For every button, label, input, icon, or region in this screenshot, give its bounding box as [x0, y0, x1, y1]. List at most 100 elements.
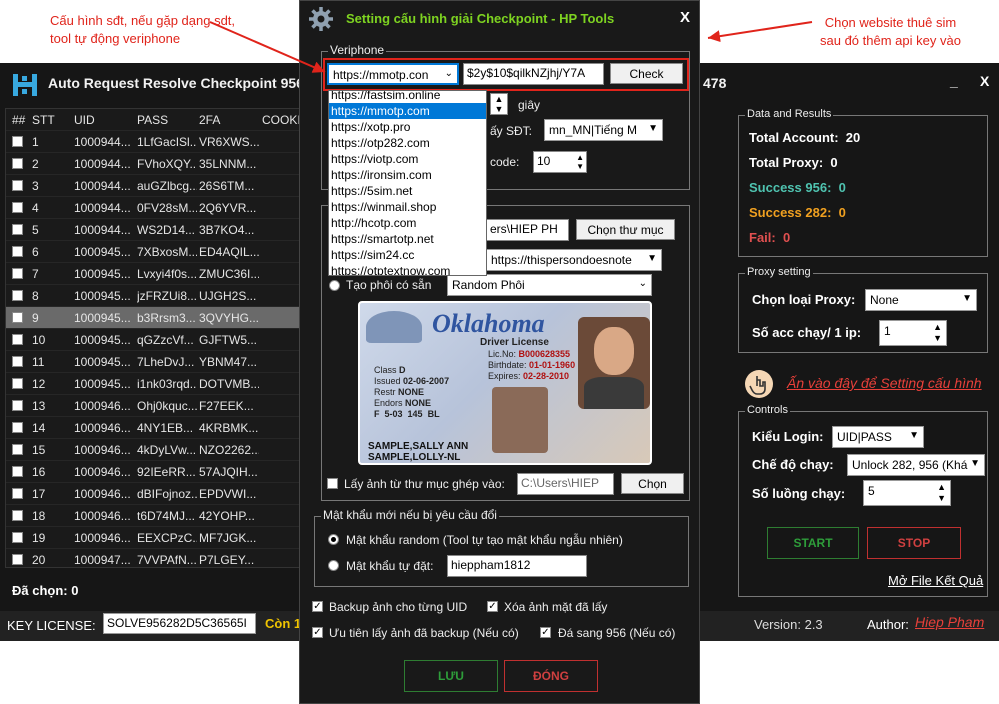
minimize-button[interactable]: _ [950, 73, 958, 89]
image-url-select[interactable]: https://thispersondoesnote ▼ [486, 249, 662, 271]
proxy-type-select[interactable]: None ▼ [865, 289, 977, 311]
cell-fa: 3B7KO4... [199, 223, 255, 237]
close-dialog-button[interactable]: ĐÓNG [504, 660, 598, 692]
row-checkbox[interactable] [12, 444, 23, 455]
template-select[interactable]: Random Phôi ⌄ [447, 274, 652, 296]
hand-pointer-icon[interactable] [745, 370, 773, 398]
custom-password-radio[interactable] [328, 560, 339, 571]
table-row[interactable]: 8 1000945... jzFRZUi8... UJGH2S... [6, 284, 304, 306]
row-checkbox[interactable] [12, 334, 23, 345]
row-checkbox[interactable] [12, 246, 23, 257]
open-result-file-link[interactable]: Mở File Kết Quả [888, 573, 983, 588]
dropdown-option[interactable]: https://smartotp.net [329, 231, 486, 247]
country-select[interactable]: mn_MN|Tiếng M ▼ [544, 119, 663, 141]
dropdown-option[interactable]: https://5sim.net [329, 183, 486, 199]
merge-folder-input[interactable]: C:\Users\HIEP [517, 473, 614, 495]
table-row[interactable]: 17 1000946... dBIFojnoz... EPDVWI... [6, 482, 304, 504]
code-stepper[interactable]: 10 ▲ ▼ [533, 151, 587, 173]
sim-site-dropdown[interactable]: https://fastsim.online https://mmotp.com h… [328, 90, 487, 276]
col-check[interactable]: ## [12, 113, 25, 127]
check-button[interactable]: Check [610, 63, 683, 84]
login-type-select[interactable]: UID|PASS ▼ [832, 426, 924, 448]
wait-stepper-arrows[interactable]: ▲ ▼ [490, 93, 508, 115]
author-link[interactable]: Hiep Pham [915, 614, 984, 630]
table-row[interactable]: 19 1000946... EEXCPzC... MF7JGK... [6, 526, 304, 548]
dropdown-option[interactable]: https://mmotp.com [329, 103, 486, 119]
dialog-close-button[interactable]: X [680, 9, 690, 26]
api-key-input[interactable]: $2y$10$qilkNZjhj/Y7A [463, 63, 604, 85]
dropdown-option[interactable]: https://otp282.com [329, 135, 486, 151]
table-row[interactable]: 4 1000944... 0FV28sM... 2Q6YVR... [6, 196, 304, 218]
dropdown-option[interactable]: https://ironsim.com [329, 167, 486, 183]
row-checkbox[interactable] [12, 554, 23, 565]
table-row[interactable]: 18 1000946... t6D74MJ... 42YOHP... [6, 504, 304, 526]
open-settings-link[interactable]: Ấn vào đây để Setting cấu hình [787, 375, 982, 391]
row-checkbox[interactable] [12, 180, 23, 191]
row-checkbox[interactable] [12, 202, 23, 213]
row-checkbox[interactable] [12, 356, 23, 367]
row-checkbox[interactable] [12, 510, 23, 521]
threads-label: Số luồng chạy: [752, 486, 846, 501]
col-uid[interactable]: UID [74, 113, 95, 127]
backup-checkbox[interactable]: ✓ [312, 601, 323, 612]
table-row[interactable]: 16 1000946... 92IEeRR... 57AJQIH... [6, 460, 304, 482]
dropdown-option[interactable]: https://viotp.com [329, 151, 486, 167]
row-checkbox[interactable] [12, 400, 23, 411]
dropdown-option[interactable]: https://xotp.pro [329, 119, 486, 135]
custom-password-input[interactable]: hieppham1812 [447, 555, 587, 577]
acc-per-ip-stepper[interactable]: 1 ▲ ▼ [879, 320, 947, 346]
row-checkbox[interactable] [12, 158, 23, 169]
create-template-radio[interactable] [329, 280, 340, 291]
table-row[interactable]: 12 1000945... i1nk03rqd... DOTVMB... [6, 372, 304, 394]
table-row[interactable]: 20 1000947... 7VVPAfN... P7LGEY... [6, 548, 304, 567]
col-stt[interactable]: STT [32, 113, 55, 127]
table-row[interactable]: 2 1000944... FVhoXQY... 35LNNM... [6, 152, 304, 174]
start-button[interactable]: START [767, 527, 859, 559]
table-row[interactable]: 10 1000945... qGZzcVf... GJFTW5... [6, 328, 304, 350]
row-checkbox[interactable] [12, 268, 23, 279]
table-row[interactable]: 1 1000944... 1LfGacISl... VR6XWS... [6, 130, 304, 152]
table-row[interactable]: 13 1000946... Ohj0kquc... F27EEK... [6, 394, 304, 416]
switch-956-checkbox[interactable]: ✓ [540, 627, 551, 638]
row-checkbox[interactable] [12, 488, 23, 499]
run-mode-select[interactable]: Unlock 282, 956 (Khá ▼ [847, 454, 985, 476]
choose-button[interactable]: Chọn [621, 473, 684, 494]
table-row[interactable]: 7 1000945... Lvxyi4f0s... ZMUC36I... [6, 262, 304, 284]
row-checkbox[interactable] [12, 136, 23, 147]
row-checkbox[interactable] [12, 290, 23, 301]
dropdown-option[interactable]: https://fastsim.online [329, 91, 486, 103]
dropdown-option[interactable]: https://otptextnow.com [329, 263, 486, 275]
main-close-button[interactable]: X [980, 73, 989, 89]
dropdown-option[interactable]: http://hcotp.com [329, 215, 486, 231]
dropdown-option[interactable]: https://sim24.cc [329, 247, 486, 263]
save-button[interactable]: LƯU [404, 660, 498, 692]
row-checkbox[interactable] [12, 378, 23, 389]
delete-face-checkbox[interactable]: ✓ [487, 601, 498, 612]
table-row[interactable]: 15 1000946... 4kDyLVw... NZO2262... [6, 438, 304, 460]
image-folder-input[interactable]: ers\HIEP PH [486, 219, 569, 241]
table-row[interactable]: 9 1000945... b3Rrsm3... 3QVYHG... [6, 306, 304, 328]
table-row[interactable]: 14 1000946... 4NY1EB... 4KRBMK... [6, 416, 304, 438]
table-row[interactable]: 6 1000945... 7XBxosM... ED4AQIL... [6, 240, 304, 262]
choose-folder-button[interactable]: Chọn thư mục [576, 219, 675, 240]
col-cookie[interactable]: COOKI [262, 113, 301, 127]
sim-site-select[interactable]: https://mmotp.con ⌄ [327, 63, 459, 85]
row-checkbox[interactable] [12, 466, 23, 477]
row-checkbox[interactable] [12, 312, 23, 323]
license-input[interactable]: SOLVE956282D5C36565I [103, 613, 256, 634]
prefer-backup-checkbox[interactable]: ✓ [312, 627, 323, 638]
table-row[interactable]: 3 1000944... auGZlbcg... 26S6TM... [6, 174, 304, 196]
threads-stepper[interactable]: 5 ▲ ▼ [863, 480, 951, 506]
row-checkbox[interactable] [12, 224, 23, 235]
row-checkbox[interactable] [12, 532, 23, 543]
table-row[interactable]: 11 1000945... 7LheDvJ... YBNM47... [6, 350, 304, 372]
col-2fa[interactable]: 2FA [199, 113, 220, 127]
stop-button[interactable]: STOP [867, 527, 961, 559]
account-grid[interactable]: ## STT UID PASS 2FA COOKI 1 1000944... 1Lf… [5, 108, 305, 568]
dropdown-option[interactable]: https://winmail.shop [329, 199, 486, 215]
table-row[interactable]: 5 1000944... WS2D14... 3B7KO4... [6, 218, 304, 240]
row-checkbox[interactable] [12, 422, 23, 433]
col-pass[interactable]: PASS [137, 113, 168, 127]
folder-image-checkbox[interactable] [327, 478, 338, 489]
random-password-radio[interactable] [328, 534, 339, 545]
